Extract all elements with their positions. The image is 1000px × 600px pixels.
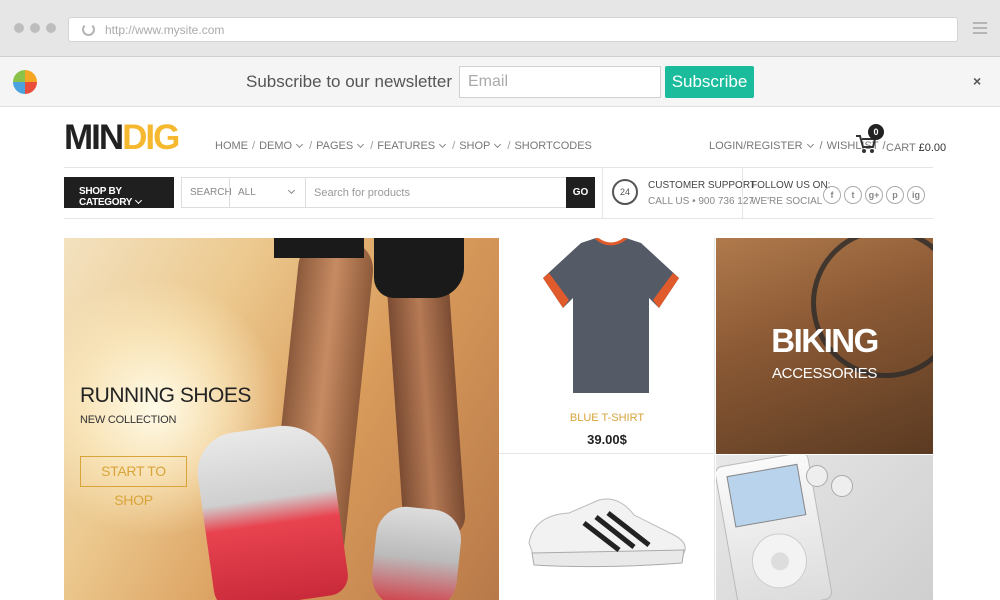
nav-separator: /: [452, 140, 456, 152]
nav-demo[interactable]: DEMO: [259, 140, 305, 152]
product-price: 39.00$: [587, 432, 627, 447]
sneaker-image: [528, 498, 686, 568]
logo-part1: MIN: [64, 118, 124, 157]
product-name[interactable]: BLUE T-SHIRT: [499, 412, 714, 424]
chevron-down-icon: [287, 186, 296, 195]
cart-link[interactable]: CART £0.00: [886, 142, 946, 154]
nav-separator: /: [370, 140, 374, 152]
follow-sub: WE'RE SOCIAL: [751, 196, 823, 207]
search-label: SEARCH: [190, 187, 232, 198]
support-phone: CALL US • 900 736 127: [648, 196, 754, 207]
instagram-icon[interactable]: ig: [907, 186, 925, 204]
google-plus-icon[interactable]: g+: [865, 186, 883, 204]
earbud-image: [831, 475, 853, 497]
support-title: CUSTOMER SUPPORT: [648, 180, 756, 191]
newsletter-bar: Subscribe to our newsletter Subscribe: [0, 57, 1000, 107]
maximize-window-dot[interactable]: [46, 23, 56, 33]
hero-subtitle: NEW COLLECTION: [80, 414, 177, 426]
search-go-button[interactable]: GO: [566, 177, 595, 208]
nav-separator: /: [819, 140, 823, 152]
divider: [602, 168, 603, 218]
runner-shorts-image: [274, 238, 364, 258]
category-button-label: SHOP BY CATEGORY: [79, 186, 133, 208]
header-divider: [64, 167, 933, 168]
chevron-down-icon: [135, 196, 143, 205]
hero-title: RUNNING SHOES: [80, 384, 251, 407]
window-controls: [14, 23, 56, 33]
nav-shortcodes[interactable]: SHORTCODES: [514, 140, 591, 152]
subscribe-button[interactable]: Subscribe: [665, 66, 754, 98]
tshirt-image: [543, 238, 679, 393]
follow-us: FOLLOW US ON: WE'RE SOCIAL: [751, 178, 830, 210]
social-icons: f t g+ p ig: [823, 186, 925, 204]
reload-icon[interactable]: [82, 23, 95, 36]
nav-pages[interactable]: PAGES: [316, 140, 366, 152]
newsletter-email-input[interactable]: [459, 66, 661, 98]
nav-separator: /: [309, 140, 313, 152]
biking-banner[interactable]: BIKING ACCESSORIES: [716, 238, 933, 454]
login-register-link[interactable]: LOGIN/REGISTER: [709, 140, 816, 152]
cart-count-badge: 0: [868, 124, 884, 140]
nav-shop[interactable]: SHOP: [459, 140, 503, 152]
pie-logo-icon: [13, 70, 37, 94]
biking-title: BIKING: [771, 322, 879, 359]
earbud-image: [806, 465, 828, 487]
start-to-shop-button[interactable]: START TO SHOP: [80, 456, 187, 508]
customer-support: CUSTOMER SUPPORT CALL US • 900 736 127: [648, 178, 756, 210]
search-divider: [64, 218, 933, 219]
nav-separator: /: [252, 140, 256, 152]
logo-part2: DIG: [122, 118, 180, 157]
address-bar[interactable]: http://www.mysite.com: [68, 17, 958, 42]
twitter-icon[interactable]: t: [844, 186, 862, 204]
main-nav: HOME / DEMO / PAGES / FEATURES / SHOP / SHORT…: [215, 140, 592, 152]
browser-chrome: http://www.mysite.com: [0, 0, 1000, 57]
runner-shorts-image: [374, 238, 464, 298]
hero-banner[interactable]: RUNNING SHOES NEW COLLECTION START TO SH…: [64, 238, 499, 600]
chevron-down-icon: [494, 140, 502, 149]
nav-home[interactable]: HOME: [215, 140, 248, 152]
chevron-down-icon: [296, 140, 304, 149]
ipod-screen: [726, 463, 807, 528]
chevron-down-icon: [439, 140, 447, 149]
ipod-banner[interactable]: [716, 455, 933, 600]
product-tile-tshirt[interactable]: BLUE T-SHIRT 39.00$: [499, 238, 715, 454]
cart-label: CART: [886, 142, 916, 154]
product-tile-sneaker[interactable]: [499, 455, 715, 600]
facebook-icon[interactable]: f: [823, 186, 841, 204]
search-category-select[interactable]: ALL: [229, 178, 306, 207]
follow-title: FOLLOW US ON:: [751, 180, 831, 191]
newsletter-text: Subscribe to our newsletter: [246, 72, 452, 91]
close-window-dot[interactable]: [14, 23, 24, 33]
chevron-down-icon: [357, 140, 365, 149]
cart-total: £0.00: [918, 142, 947, 154]
biking-subtitle: ACCESSORIES: [771, 365, 878, 382]
nav-features[interactable]: FEATURES: [377, 140, 448, 152]
site-logo[interactable]: MINDIG: [64, 118, 180, 157]
search-input[interactable]: [306, 178, 566, 207]
ipod-click-wheel: [747, 529, 812, 593]
search-bar: SEARCH ALL GO: [181, 177, 595, 208]
select-value: ALL: [238, 187, 256, 198]
divider: [742, 168, 743, 218]
nav-separator: /: [507, 140, 511, 152]
minimize-window-dot[interactable]: [30, 23, 40, 33]
url-text: http://www.mysite.com: [105, 23, 225, 37]
shop-by-category-button[interactable]: SHOP BY CATEGORY: [64, 177, 174, 208]
support-24-icon: 24: [612, 179, 638, 205]
pinterest-icon[interactable]: p: [886, 186, 904, 204]
chevron-down-icon: [806, 140, 814, 149]
running-shoe-image: [369, 503, 464, 600]
browser-menu-icon[interactable]: [973, 22, 987, 34]
close-newsletter-icon[interactable]: ×: [973, 73, 981, 89]
